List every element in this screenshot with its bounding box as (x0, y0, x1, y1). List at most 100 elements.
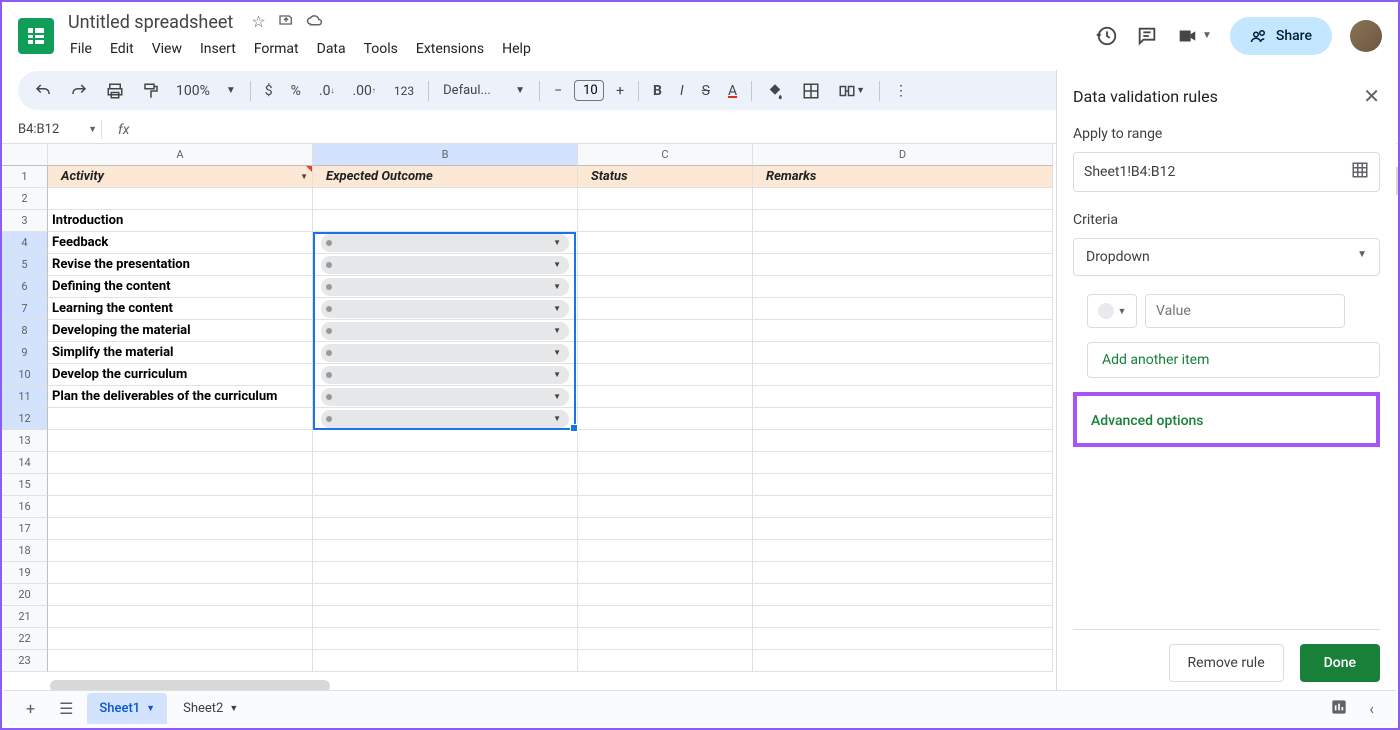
cell[interactable] (578, 188, 753, 210)
close-icon[interactable]: ✕ (1363, 86, 1380, 106)
cell[interactable]: Simplify the material (48, 342, 313, 364)
cell[interactable] (753, 606, 1053, 628)
cell[interactable] (753, 408, 1053, 430)
font-caret[interactable]: ▼ (507, 79, 533, 102)
cell[interactable] (48, 474, 313, 496)
paint-format-button[interactable] (134, 76, 168, 106)
row-header[interactable]: 6 (2, 276, 48, 298)
cell[interactable] (48, 452, 313, 474)
meet-icon[interactable]: ▼ (1176, 25, 1212, 47)
cell[interactable]: Activity▼ (48, 166, 313, 188)
dropdown-chip[interactable] (321, 366, 569, 384)
dropdown-chip[interactable] (321, 278, 569, 296)
cell[interactable] (578, 232, 753, 254)
cell[interactable] (313, 408, 578, 430)
cell[interactable] (578, 276, 753, 298)
row-header[interactable]: 18 (2, 540, 48, 562)
cell[interactable] (578, 584, 753, 606)
row-header[interactable]: 5 (2, 254, 48, 276)
cell[interactable] (578, 518, 753, 540)
col-header-c[interactable]: C (578, 144, 753, 166)
cell[interactable] (48, 430, 313, 452)
option-value-input[interactable] (1145, 294, 1345, 328)
cell[interactable] (48, 628, 313, 650)
cell[interactable] (578, 628, 753, 650)
cell[interactable] (48, 540, 313, 562)
strike-button[interactable]: S (694, 77, 718, 105)
cell[interactable] (313, 298, 578, 320)
row-header[interactable]: 17 (2, 518, 48, 540)
number-format-button[interactable]: 123 (386, 78, 422, 104)
cell[interactable]: Learning the content (48, 298, 313, 320)
all-sheets-button[interactable]: ☰ (49, 693, 83, 724)
bold-button[interactable]: B (645, 77, 670, 105)
cell[interactable] (578, 606, 753, 628)
cell[interactable] (578, 540, 753, 562)
select-range-icon[interactable] (1351, 161, 1369, 183)
merge-button[interactable]: ▼ (830, 76, 873, 106)
cell[interactable] (753, 364, 1053, 386)
row-header[interactable]: 22 (2, 628, 48, 650)
cell[interactable] (48, 188, 313, 210)
cell[interactable] (313, 518, 578, 540)
dropdown-chip[interactable] (321, 388, 569, 406)
cell[interactable] (578, 386, 753, 408)
row-header[interactable]: 23 (2, 650, 48, 672)
cell[interactable] (578, 430, 753, 452)
cell[interactable] (753, 386, 1053, 408)
row-header[interactable]: 14 (2, 452, 48, 474)
cell[interactable]: Expected Outcome (313, 166, 578, 188)
cell[interactable]: Remarks (753, 166, 1053, 188)
row-header[interactable]: 2 (2, 188, 48, 210)
cell[interactable] (578, 298, 753, 320)
cell[interactable] (313, 342, 578, 364)
dropdown-chip[interactable] (321, 322, 569, 340)
dropdown-chip[interactable] (321, 234, 569, 252)
sheet-tab-1[interactable]: Sheet1 ▼ (87, 693, 167, 724)
row-header[interactable]: 3 (2, 210, 48, 232)
criteria-select[interactable]: Dropdown ▼ (1073, 238, 1380, 276)
remove-rule-button[interactable]: Remove rule (1169, 644, 1284, 682)
cell[interactable]: Feedback (48, 232, 313, 254)
cell[interactable] (753, 452, 1053, 474)
cell[interactable] (578, 562, 753, 584)
star-icon[interactable]: ☆ (251, 12, 265, 34)
row-header[interactable]: 20 (2, 584, 48, 606)
menu-data[interactable]: Data (309, 37, 354, 61)
cell[interactable] (578, 364, 753, 386)
cell[interactable] (578, 408, 753, 430)
cell[interactable] (753, 518, 1053, 540)
menu-insert[interactable]: Insert (192, 37, 244, 61)
name-box[interactable]: B4:B12 ▼ (14, 120, 102, 139)
menu-edit[interactable]: Edit (102, 37, 142, 61)
row-header[interactable]: 11 (2, 386, 48, 408)
cell[interactable] (753, 210, 1053, 232)
cell[interactable] (48, 650, 313, 672)
cell[interactable] (313, 540, 578, 562)
advanced-options-button[interactable]: Advanced options (1091, 413, 1204, 429)
cell[interactable] (313, 232, 578, 254)
row-header[interactable]: 15 (2, 474, 48, 496)
cell[interactable] (313, 188, 578, 210)
cell[interactable] (313, 650, 578, 672)
avatar[interactable] (1350, 20, 1382, 52)
row-header[interactable]: 19 (2, 562, 48, 584)
cell[interactable] (753, 562, 1053, 584)
zoom-caret[interactable]: ▼ (218, 79, 244, 102)
cell[interactable] (578, 452, 753, 474)
cell[interactable] (753, 188, 1053, 210)
add-sheet-button[interactable]: + (16, 693, 45, 724)
cell[interactable] (753, 540, 1053, 562)
dropdown-chip[interactable] (321, 410, 569, 428)
row-header[interactable]: 7 (2, 298, 48, 320)
cell[interactable] (753, 320, 1053, 342)
cell[interactable] (313, 210, 578, 232)
borders-button[interactable] (794, 76, 828, 106)
col-header-d[interactable]: D (753, 144, 1053, 166)
font-size-input[interactable]: 10 (574, 80, 604, 101)
row-header[interactable]: 21 (2, 606, 48, 628)
percent-button[interactable]: % (283, 77, 309, 105)
menu-format[interactable]: Format (246, 37, 307, 61)
cell[interactable] (313, 430, 578, 452)
cell[interactable] (313, 584, 578, 606)
